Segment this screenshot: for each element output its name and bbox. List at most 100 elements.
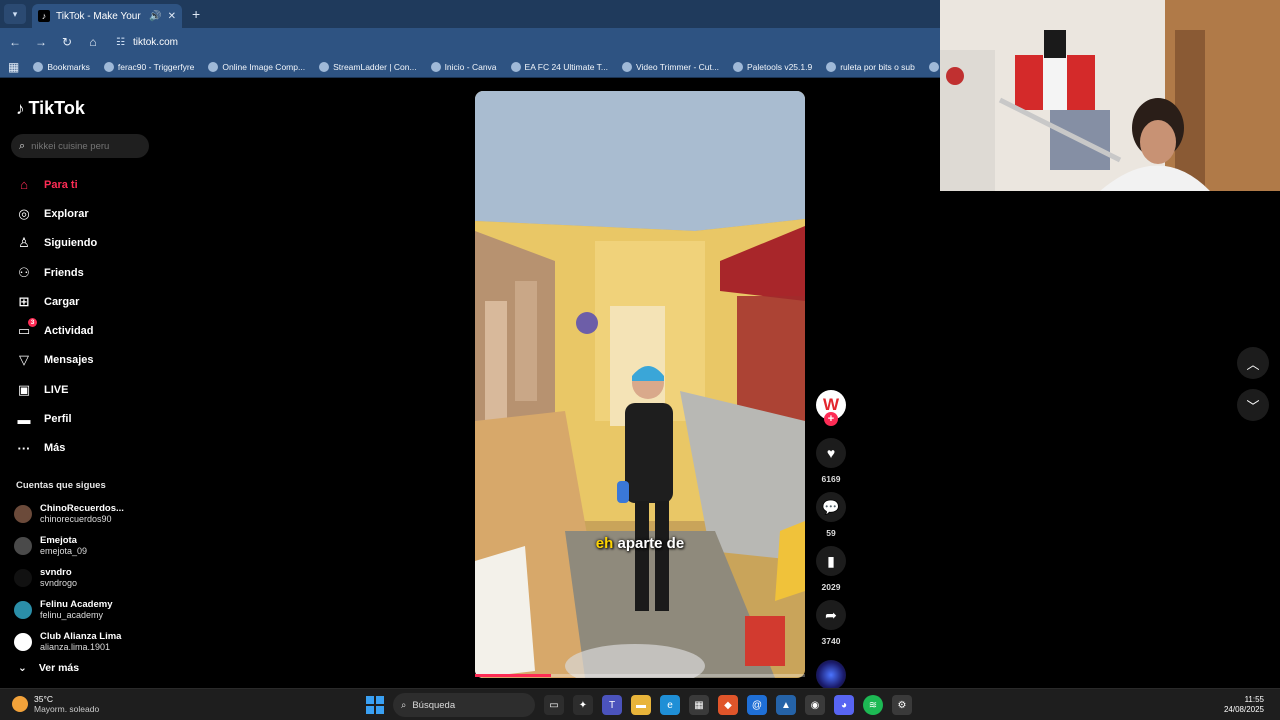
- edge-icon[interactable]: e: [660, 695, 680, 715]
- nav-item-live[interactable]: ▣ LIVE: [16, 375, 97, 404]
- followed-account[interactable]: svndro svndrogo: [14, 562, 124, 594]
- following-accounts-list: ChinoRecuerdos... chinorecuerdos90 Emejota…: [14, 498, 124, 658]
- video-player[interactable]: eh aparte de: [475, 91, 805, 678]
- nav-item-label: Actividad: [44, 325, 94, 338]
- teams-icon[interactable]: T: [602, 695, 622, 715]
- bookmark-item[interactable]: Inicio - Canva: [430, 61, 497, 72]
- browser-tab[interactable]: ♪ TikTok - Make Your Day 🔊 ✕: [32, 4, 182, 28]
- bookmark-item[interactable]: camara cel: [928, 61, 940, 72]
- video-progress-fill: [475, 674, 551, 677]
- close-tab-icon[interactable]: ✕: [168, 11, 176, 22]
- discord-icon[interactable]: ◕: [834, 695, 854, 715]
- address-bar: ← → ↻ ⌂ ☷ tiktok.com: [0, 28, 940, 56]
- bookmark-item[interactable]: Online Image Comp...: [208, 61, 306, 72]
- bookmark-item[interactable]: Video Trimmer - Cut...: [622, 61, 719, 72]
- live-icon: ▣: [17, 381, 31, 397]
- windows-taskbar: 35°C Mayorm. soleado ⌕ Búsqueda ▭ ✦ T ▬ …: [0, 688, 1280, 720]
- save-button[interactable]: ▮: [816, 546, 846, 576]
- sidebar: ♪ TikTok ⌕ ⌂ Para ti ◎ Explorar ♙ Siguiendo ⚇ F…: [0, 80, 170, 688]
- windows-start-icon[interactable]: [366, 696, 384, 714]
- apps-grid-icon[interactable]: ▦: [8, 60, 19, 74]
- reload-icon[interactable]: ↻: [60, 35, 74, 49]
- spotify-icon[interactable]: ≋: [863, 695, 883, 715]
- caption-text: aparte de: [613, 535, 685, 552]
- bookmark-label: EA FC 24 Ultimate T...: [524, 61, 608, 72]
- followed-account[interactable]: Felinu Academy felinu_academy: [14, 594, 124, 626]
- audio-playing-icon[interactable]: 🔊: [149, 11, 161, 22]
- share-button[interactable]: ➦: [816, 600, 846, 630]
- tiktok-note-icon: ♪: [16, 98, 25, 118]
- nav-item-label: LIVE: [44, 383, 69, 396]
- file-explorer-icon[interactable]: ▬: [631, 695, 651, 715]
- creator-avatar[interactable]: W +: [816, 390, 846, 426]
- taskbar-search[interactable]: ⌕ Búsqueda: [393, 693, 535, 717]
- bookmark-item[interactable]: ruleta por bits o sub: [826, 61, 915, 72]
- see-more-button[interactable]: ⌄ Ver más: [18, 662, 79, 674]
- star-icon: [33, 61, 44, 72]
- previous-video-button[interactable]: ︿: [1237, 347, 1269, 379]
- next-video-button[interactable]: ﹀: [1237, 389, 1269, 421]
- photos-icon[interactable]: ▲: [776, 695, 796, 715]
- nav-item-perfil[interactable]: ▬ Perfil: [16, 404, 97, 433]
- nav-item-para-ti[interactable]: ⌂ Para ti: [16, 170, 97, 199]
- bookmark-item[interactable]: Bookmarks: [33, 61, 90, 72]
- nav-item-label: Para ti: [44, 178, 78, 191]
- nav-item-siguiendo[interactable]: ♙ Siguiendo: [16, 229, 97, 258]
- nav-item-explorar[interactable]: ◎ Explorar: [16, 199, 97, 228]
- chrome-icon[interactable]: ◉: [805, 695, 825, 715]
- search-box[interactable]: ⌕: [11, 134, 149, 158]
- share-count: 3740: [821, 636, 841, 646]
- like-button[interactable]: ♥: [816, 438, 846, 468]
- nav-item-mensajes[interactable]: ▽ Mensajes: [16, 346, 97, 375]
- tab-title: TikTok - Make Your Day: [56, 10, 143, 22]
- nav-item-label: Siguiendo: [44, 237, 98, 250]
- tiktok-logo[interactable]: ♪ TikTok: [16, 98, 85, 119]
- search-input[interactable]: [31, 140, 132, 152]
- followed-account[interactable]: Club Alianza Lima alianza.lima.1901: [14, 626, 124, 658]
- chevron-up-icon: ︿: [1246, 356, 1260, 372]
- bookmark-favicon-icon: [510, 61, 521, 72]
- action-column: W + ♥ 6169 💬 59 ▮ 2029 ➦ 3740: [813, 390, 849, 690]
- followed-account[interactable]: Emejota emejota_09: [14, 530, 124, 562]
- bookmark-label: Inicio - Canva: [444, 61, 497, 72]
- video-caption: eh aparte de: [475, 535, 805, 552]
- settings-gear-icon[interactable]: ⚙: [892, 695, 912, 715]
- store-icon[interactable]: ▦: [689, 695, 709, 715]
- bookmark-item[interactable]: StreamLadder | Con...: [319, 61, 417, 72]
- follow-plus-icon[interactable]: +: [824, 412, 838, 426]
- nav-item-cargar[interactable]: ⊞ Cargar: [16, 287, 97, 316]
- task-view-icon[interactable]: ▭: [544, 695, 564, 715]
- bookmark-item[interactable]: Paletools v25.1.9: [732, 61, 812, 72]
- mail-icon[interactable]: @: [747, 695, 767, 715]
- chevron-down-icon: ﹀: [1246, 398, 1260, 414]
- webcam-overlay: [940, 0, 1280, 191]
- tab-search-button[interactable]: ▾: [4, 4, 26, 24]
- feed-navigation: ︿ ﹀: [1237, 347, 1269, 431]
- weather-widget[interactable]: 35°C Mayorm. soleado: [12, 694, 99, 714]
- forward-icon[interactable]: →: [34, 35, 48, 49]
- avatar: [14, 569, 32, 587]
- chevron-down-icon: ▾: [12, 8, 18, 19]
- comment-button[interactable]: 💬: [816, 492, 846, 522]
- search-icon: ⌕: [401, 699, 407, 711]
- video-progress-bar[interactable]: [475, 674, 805, 677]
- site-info-icon[interactable]: ☷: [116, 37, 125, 48]
- nav-item-más[interactable]: ··· Más: [16, 434, 97, 463]
- back-icon[interactable]: ←: [8, 35, 22, 49]
- bookmark-item[interactable]: ferac90 - Triggerfyre: [103, 61, 194, 72]
- upload-icon: ⊞: [18, 293, 30, 309]
- weather-sun-icon: [12, 696, 28, 712]
- music-disc-icon[interactable]: [816, 660, 846, 690]
- url-field[interactable]: ☷ tiktok.com: [116, 37, 178, 48]
- copilot-icon[interactable]: ✦: [573, 695, 593, 715]
- bookmark-label: Online Image Comp...: [222, 61, 306, 72]
- account-handle: chinorecuerdos90: [40, 514, 112, 524]
- office-icon[interactable]: ◆: [718, 695, 738, 715]
- new-tab-button[interactable]: +: [192, 6, 200, 22]
- nav-item-actividad[interactable]: ▭ 3 Actividad: [16, 316, 97, 345]
- system-clock[interactable]: 11:55 24/08/2025: [1224, 695, 1264, 715]
- bookmark-item[interactable]: EA FC 24 Ultimate T...: [510, 61, 608, 72]
- nav-item-friends[interactable]: ⚇ Friends: [16, 258, 97, 287]
- followed-account[interactable]: ChinoRecuerdos... chinorecuerdos90: [14, 498, 124, 530]
- home-browser-icon[interactable]: ⌂: [86, 35, 100, 49]
